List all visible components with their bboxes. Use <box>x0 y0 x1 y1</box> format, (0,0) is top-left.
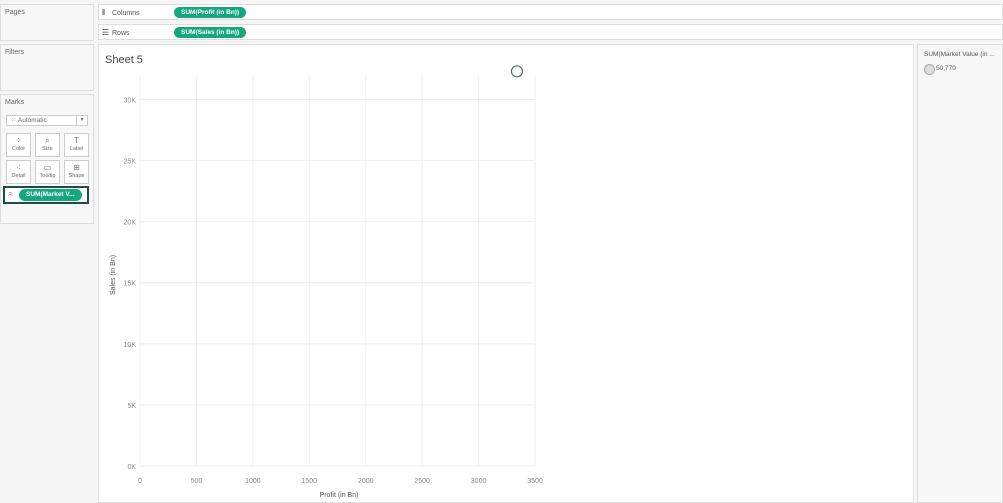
size-field-highlight: ⌕ SUM(Market V... <box>3 186 89 204</box>
y-tick-label: 15K <box>124 281 137 288</box>
marks-title: Marks <box>5 99 25 106</box>
worksheet[interactable]: Sheet 5 0K 5K 10K 15K 20K 25K 30K 0 500 1000 1500… <box>98 44 914 503</box>
x-tick-label: 1500 <box>301 478 317 485</box>
label-button[interactable]: T Label <box>64 133 89 157</box>
x-tick-label: 3000 <box>471 478 487 485</box>
shape-button[interactable]: ⊞ Shape <box>64 160 89 184</box>
mark-type-value: Automatic <box>17 117 47 124</box>
size-field-pill[interactable]: SUM(Market V... <box>19 189 82 201</box>
rows-shelf-label: ☰ Rows <box>102 28 130 37</box>
y-axis-label: Sales (in Bn) <box>110 255 117 295</box>
scatter-point <box>510 65 524 78</box>
legend-item-label: 50,770 <box>936 65 956 72</box>
x-tick-label: 500 <box>191 478 203 485</box>
y-axis-ticks: 0K 5K 10K 15K 20K 25K 30K <box>124 97 137 471</box>
legend-title: SUM(Market Value (in ... <box>924 51 995 58</box>
chevron-down-icon: ▾ <box>76 116 87 125</box>
shape-label: Shape <box>68 173 85 179</box>
chart-grid <box>139 75 536 467</box>
chart-points <box>510 65 524 78</box>
legend-size-swatch <box>924 64 935 75</box>
y-tick-label: 30K <box>124 97 137 104</box>
x-axis-ticks: 0 500 1000 1500 2000 2500 3000 3500 <box>138 478 543 485</box>
x-tick-label: 3500 <box>527 478 543 485</box>
size-legend[interactable]: SUM(Market Value (in ... 50,770 <box>917 44 1003 503</box>
color-button[interactable]: ⁘ Color <box>6 133 31 157</box>
rows-shelf[interactable]: ☰ Rows SUM(Sales (in Bn)) <box>98 24 1003 40</box>
size-icon: ⌕ <box>45 136 50 145</box>
detail-label: Detail <box>11 173 26 179</box>
y-tick-label: 25K <box>124 159 137 166</box>
x-axis-label: Profit (in Bn) <box>320 492 359 499</box>
pages-title: Pages <box>5 9 25 16</box>
rows-pill[interactable]: SUM(Sales (in Bn)) <box>174 27 247 38</box>
x-tick-label: 2000 <box>358 478 374 485</box>
x-tick-label: 0 <box>138 478 142 485</box>
detail-icon: ⁖ <box>16 163 21 172</box>
size-field-icon: ⌕ <box>8 189 13 198</box>
columns-shelf[interactable]: ⦀ Columns SUM(Profit (in Bn)) <box>98 4 1003 20</box>
tooltip-label: Tooltip <box>39 173 56 179</box>
label-icon: T <box>74 136 79 145</box>
columns-pill[interactable]: SUM(Profit (in Bn)) <box>174 7 247 18</box>
mark-type-icon: ⁙ <box>11 117 18 124</box>
size-label: Size <box>42 146 53 152</box>
detail-button[interactable]: ⁖ Detail <box>6 160 31 184</box>
mark-type-dropdown[interactable]: ⁙ Automatic ▾ <box>6 115 88 126</box>
y-tick-label: 10K <box>124 342 137 349</box>
shape-icon: ⊞ <box>73 163 80 172</box>
label-label: Label <box>69 146 84 152</box>
y-tick-label: 5K <box>127 403 136 410</box>
columns-shelf-label: ⦀ Columns <box>102 8 140 18</box>
columns-icon: ⦀ <box>102 8 106 17</box>
filters-panel[interactable]: Filters <box>0 44 94 91</box>
tooltip-icon: ▭ <box>43 163 52 172</box>
marks-panel: Marks <box>0 94 94 224</box>
size-button[interactable]: ⌕ Size <box>35 133 60 157</box>
y-tick-label: 0K <box>127 464 136 471</box>
rows-label-text: Rows <box>112 30 130 37</box>
x-tick-label: 2500 <box>414 478 430 485</box>
y-tick-label: 20K <box>124 220 137 227</box>
color-icon: ⁘ <box>15 136 22 145</box>
color-label: Color <box>11 146 26 152</box>
pages-panel[interactable]: Pages <box>0 4 94 41</box>
tooltip-button[interactable]: ▭ Tooltip <box>35 160 60 184</box>
scatter-chart[interactable]: 0K 5K 10K 15K 20K 25K 30K 0 500 1000 1500 2000 2500… <box>99 45 913 502</box>
columns-label-text: Columns <box>112 10 140 17</box>
rows-icon: ☰ <box>102 28 110 37</box>
x-tick-label: 1000 <box>245 478 261 485</box>
filters-title: Filters <box>5 49 25 56</box>
